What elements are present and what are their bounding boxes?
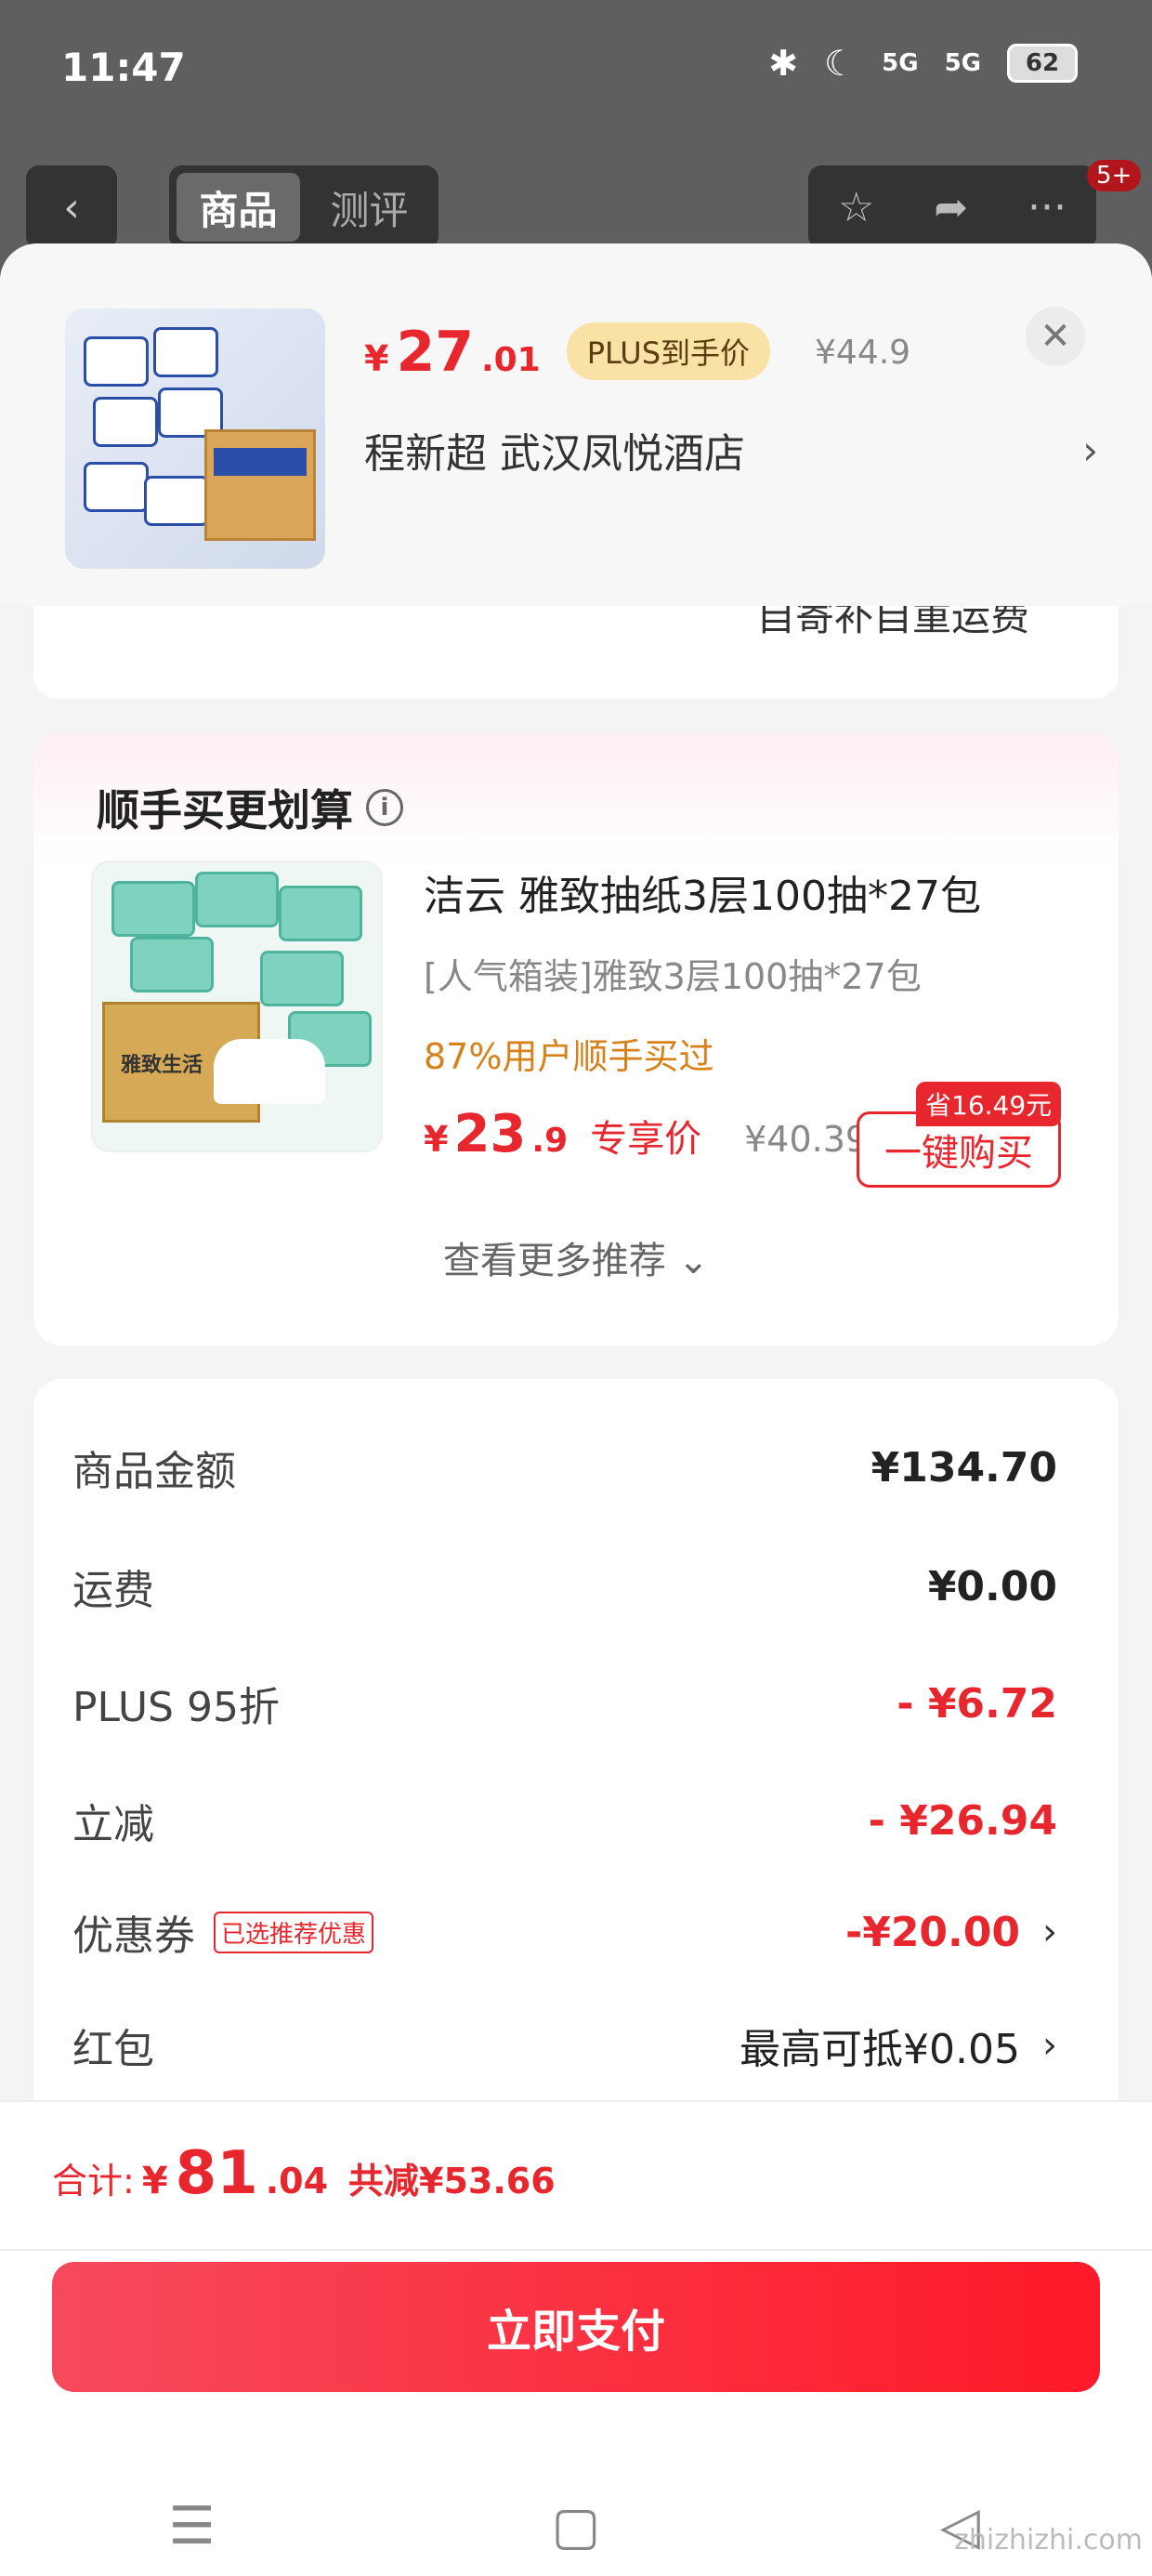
summary-row-red-packet[interactable]: 红包 最高可抵¥0.05 › — [72, 2013, 1057, 2078]
product-header: ¥ 27 .01 PLUS到手价 ¥44.9 ✕ 程新超 武汉凤悦酒店 › — [0, 243, 1152, 606]
coupon-tag: 已选推荐优惠 — [214, 1911, 374, 1953]
checkout-bar: 合计: ¥ 81 .04 共减¥53.66 立即支付 ☰ ▢ ◁ — [0, 2100, 1152, 2576]
total-currency: ¥ — [141, 2160, 168, 2202]
coupon-value-group: -¥20.00 › — [845, 1909, 1057, 1956]
recommend-title: 顺手买更划算 i — [97, 777, 403, 838]
total-decimal: .04 — [265, 2161, 329, 2201]
chevron-right-icon: › — [1042, 2024, 1057, 2067]
info-icon[interactable]: i — [366, 789, 403, 826]
summary-label: 运费 — [72, 1567, 154, 1614]
bluetooth-icon: ✱ — [768, 43, 799, 84]
product-thumbnail — [65, 309, 325, 569]
thumb-box-text: 雅致生活 — [121, 1054, 203, 1077]
moon-icon: ☾ — [824, 43, 857, 84]
signal-icon-2: 5G — [944, 49, 981, 77]
shipping-note: 自寄补自重运费 — [755, 606, 1029, 639]
original-price: ¥44.9 — [815, 334, 911, 372]
recommend-thumbnail[interactable]: 雅致生活 — [91, 861, 383, 1152]
divider — [0, 2249, 1152, 2251]
total-label: 合计: — [52, 2161, 135, 2201]
summary-row-goods-amount: 商品金额 ¥134.70 — [72, 1435, 1057, 1500]
recommend-price-tag: 专享价 — [590, 1118, 702, 1161]
summary-value: -¥20.00 — [844, 1908, 1020, 1956]
price-summary-card: 商品金额 ¥134.70 运费 ¥0.00 PLUS 95折 - ¥6.72 立… — [33, 1379, 1119, 2160]
star-icon[interactable]: ☆ — [838, 184, 874, 231]
summary-value: ¥134.70 — [871, 1443, 1057, 1492]
order-total: 合计: ¥ 81 .04 共减¥53.66 — [52, 2139, 556, 2208]
share-icon[interactable]: ➦ — [934, 184, 968, 231]
message-badge: 5+ — [1087, 160, 1142, 191]
summary-row-instant-discount: 立减 - ¥26.94 — [72, 1788, 1057, 1853]
product-price: ¥ 27 .01 PLUS到手价 ¥44.9 — [364, 320, 910, 388]
tab-review[interactable]: 测评 — [308, 173, 431, 242]
watermark: zhizhizhi.com — [954, 2524, 1143, 2556]
recommend-original-price: ¥40.39 — [744, 1119, 869, 1160]
spec-selector[interactable]: 程新超 武汉凤悦酒店 › — [364, 420, 1098, 480]
more-recommendations-link[interactable]: 查看更多推荐 ⌄ — [33, 1230, 1119, 1284]
summary-label: 优惠券 — [72, 1912, 195, 1960]
tab-goods[interactable]: 商品 — [177, 173, 300, 242]
summary-label: 商品金额 — [72, 1448, 236, 1495]
pay-now-button[interactable]: 立即支付 — [52, 2262, 1100, 2392]
recommend-title-text: 顺手买更划算 — [97, 785, 353, 835]
summary-row-shipping: 运费 ¥0.00 — [72, 1554, 1057, 1619]
summary-row-plus-discount: PLUS 95折 - ¥6.72 — [72, 1671, 1057, 1736]
summary-label: 红包 — [72, 2026, 154, 2073]
background-actions: ☆ ➦ ··· — [808, 165, 1096, 249]
summary-value: 最高可抵¥0.05 — [740, 2026, 1020, 2073]
coupon-label-group: 优惠券 已选推荐优惠 — [72, 1902, 374, 1962]
recommend-product-subtitle: [人气箱装]雅致3层100抽*27包 — [424, 956, 922, 997]
recommend-price-decimal: .9 — [531, 1122, 569, 1160]
summary-label: PLUS 95折 — [72, 1684, 280, 1731]
red-packet-value-group: 最高可抵¥0.05 › — [740, 2016, 1057, 2075]
price-integer: 27 — [396, 320, 474, 385]
chevron-right-icon: › — [1082, 427, 1098, 473]
menu-icon[interactable]: ☰ — [137, 2496, 248, 2556]
summary-row-coupon[interactable]: 优惠券 已选推荐优惠 -¥20.00 › — [72, 1899, 1057, 1965]
summary-value: - ¥6.72 — [897, 1679, 1057, 1728]
status-bar: 11:47 ✱ ☾ 5G 5G 62 — [0, 0, 1152, 139]
plus-price-badge: PLUS到手价 — [566, 322, 771, 380]
background-nav: ‹ 商品 测评 ☆ ➦ ··· 5+ — [0, 160, 1152, 249]
recommend-product-name[interactable]: 洁云 雅致抽纸3层100抽*27包 — [424, 862, 981, 922]
chevron-right-icon: › — [1042, 1911, 1057, 1953]
background-tabs: 商品 测评 — [169, 165, 439, 249]
shipping-card: 自寄补自重运费 — [33, 606, 1119, 699]
total-saved: 共减¥53.66 — [348, 2161, 556, 2201]
signal-icon: 5G — [882, 49, 919, 77]
recommend-price-currency: ¥ — [424, 1119, 449, 1160]
price-currency: ¥ — [364, 338, 389, 379]
battery-icon: 62 — [1007, 44, 1078, 83]
recommend-price: ¥ 23 .9 专享价 ¥40.39 — [424, 1104, 868, 1164]
more-icon[interactable]: ··· — [1028, 184, 1067, 231]
recommend-social-proof: 87%用户顺手买过 — [424, 1036, 714, 1077]
clock: 11:47 — [61, 45, 186, 90]
summary-label: 立减 — [72, 1801, 154, 1848]
close-icon[interactable]: ✕ — [1026, 307, 1085, 366]
summary-value: ¥0.00 — [927, 1562, 1057, 1610]
summary-value: - ¥26.94 — [868, 1796, 1057, 1845]
save-badge: 省16.49元 — [916, 1082, 1062, 1126]
price-decimal: .01 — [480, 341, 541, 379]
status-icons: ✱ ☾ 5G 5G 62 — [768, 43, 1078, 84]
spec-text: 程新超 武汉凤悦酒店 — [364, 430, 745, 478]
back-icon[interactable]: ‹ — [26, 165, 117, 249]
home-icon[interactable]: ▢ — [520, 2496, 632, 2556]
checkout-sheet: ¥ 27 .01 PLUS到手价 ¥44.9 ✕ 程新超 武汉凤悦酒店 › 自寄… — [0, 243, 1152, 2576]
recommend-price-integer: 23 — [453, 1104, 527, 1164]
total-integer: 81 — [175, 2139, 258, 2208]
recommend-card: 顺手买更划算 i 雅致生活 洁云 雅致抽纸3层100抽*27包 [人气箱装]雅致… — [33, 732, 1119, 1346]
